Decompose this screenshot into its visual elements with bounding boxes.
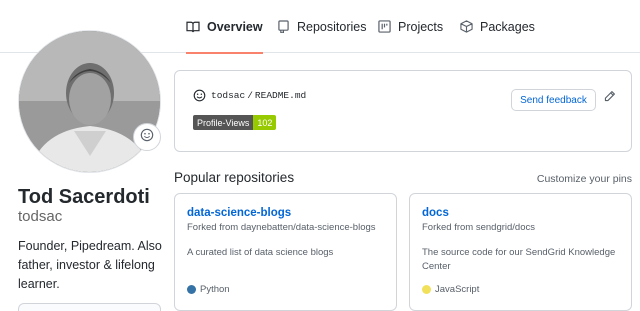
profile-username: todsac [18,208,63,225]
repo-name-link[interactable]: data-science-blogs [187,207,291,219]
repo-icon [276,20,290,34]
repo-card: docs Forked from sendgrid/docs The sourc… [409,193,632,311]
customize-pins-link[interactable]: Customize your pins [537,173,632,185]
profile-fullname: Tod Sacerdoti [18,186,150,208]
repo-language: JavaScript [422,284,479,295]
tab-overview-label: Overview [207,19,263,34]
badge-label: Profile-Views [193,115,254,130]
readme-user-link[interactable]: todsac [211,90,245,101]
readme-path: todsac / README.md [193,89,306,102]
set-status-button[interactable] [133,123,161,151]
pencil-icon[interactable] [603,90,617,104]
project-icon [377,20,391,34]
tab-repositories-label: Repositories [297,19,367,34]
language-label: JavaScript [435,284,480,295]
readme-file-link[interactable]: README.md [255,90,306,101]
send-feedback-button[interactable]: Send feedback [511,89,596,111]
tab-overview[interactable]: Overview [186,0,263,54]
edit-profile-button[interactable] [18,303,161,311]
repo-description: A curated list of data science blogs [187,247,334,258]
repo-card: data-science-blogs Forked from daynebatt… [174,193,397,311]
avatar[interactable] [18,30,161,173]
profile-bio: Founder, Pipedream. Also father, investo… [18,239,162,291]
tab-repositories[interactable]: Repositories [276,0,366,53]
path-separator: / [247,90,253,101]
repo-fork-source: Forked from daynebatten/data-science-blo… [187,222,376,233]
package-icon [459,20,473,34]
repo-fork-source: Forked from sendgrid/docs [422,222,535,233]
smiley-icon [193,89,206,102]
language-color-dot [187,285,196,294]
tab-projects[interactable]: Projects [377,0,443,53]
badge-value: 102 [253,115,277,130]
repo-description: The source code for our SendGrid Knowled… [422,247,616,272]
readme-card: todsac / README.md Profile-Views 102 Sen… [174,70,632,152]
tab-packages[interactable]: Packages [459,0,535,53]
popular-repositories-title: Popular repositories [174,170,295,185]
language-label: Python [200,284,230,295]
tab-packages-label: Packages [480,19,535,34]
book-icon [186,20,200,34]
language-color-dot [422,285,431,294]
tab-projects-label: Projects [398,19,444,34]
repo-name-link[interactable]: docs [422,207,449,219]
profile-views-badge: Profile-Views 102 [193,115,277,130]
smiley-icon [140,128,154,147]
repo-language: Python [187,284,230,295]
